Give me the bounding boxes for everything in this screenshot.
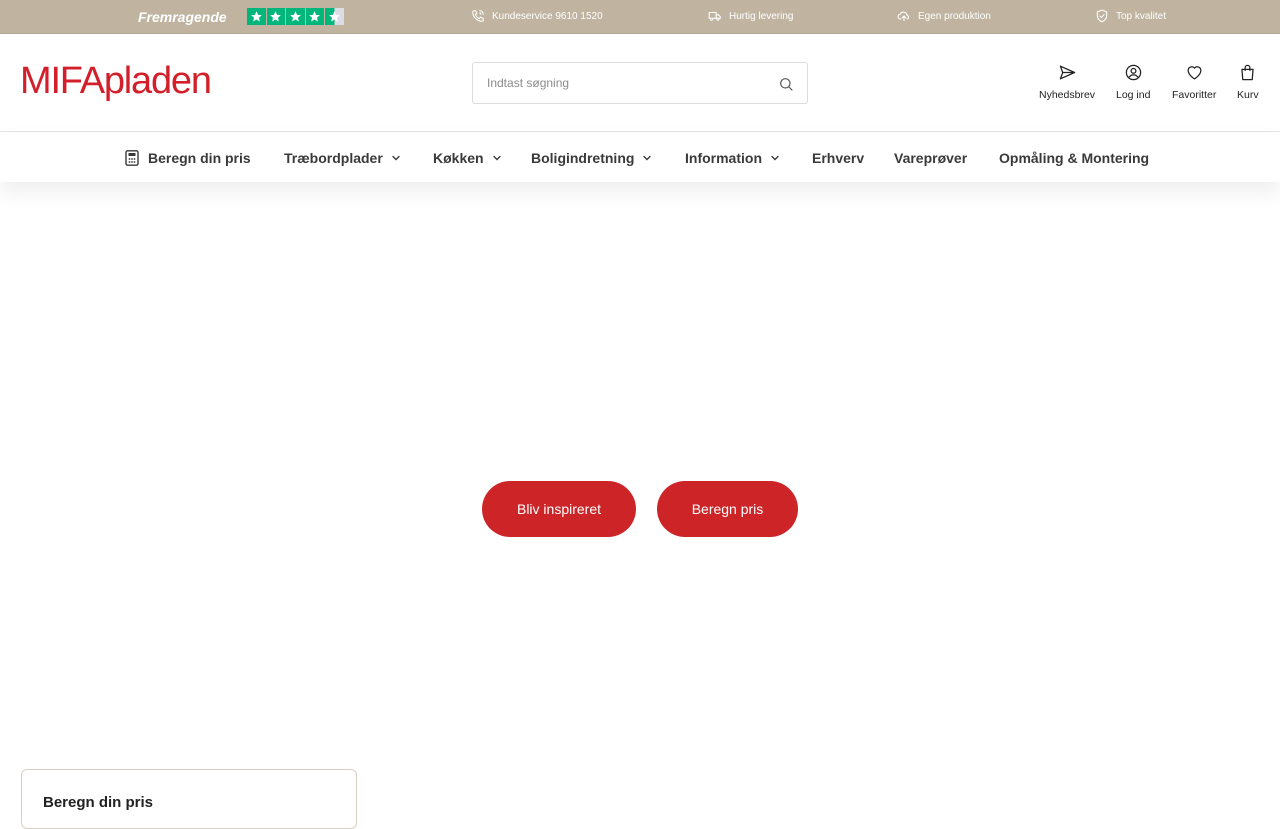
nav-item-traebordplader[interactable]: Træbordplader (284, 133, 401, 182)
star-icon (286, 8, 305, 25)
usp-fast-delivery: Hurtig levering (708, 9, 793, 23)
star-icon (305, 8, 324, 25)
newsletter-label: Nyhedsbrev (1039, 89, 1096, 101)
newsletter-button[interactable]: Nyhedsbrev (1039, 63, 1095, 101)
star-icon (247, 8, 266, 25)
usp-top-quality: Top kvalitet (1095, 9, 1166, 23)
usp-label: Kundeservice 9610 1520 (492, 10, 603, 22)
usp-label: Egen produktion (918, 10, 991, 22)
search-box (472, 62, 808, 104)
star-half-icon (325, 8, 344, 25)
send-icon (1059, 65, 1075, 80)
usp-customer-service[interactable]: Kundeservice 9610 1520 (471, 9, 603, 23)
chevron-down-icon (492, 155, 501, 160)
chevron-down-icon (392, 155, 400, 160)
login-button[interactable]: Log ind (1116, 63, 1150, 101)
usp-label: Top kvalitet (1116, 10, 1167, 22)
chevron-down-icon (771, 155, 779, 160)
star-icon (266, 8, 285, 25)
nav-label: Vareprøver (894, 149, 968, 166)
nav-label: Boligindretning (531, 149, 635, 166)
cloud-upload-icon (897, 11, 910, 22)
usp-own-production: Egen produktion (897, 9, 991, 23)
nav-label: Træbordplader (284, 149, 383, 166)
trustpilot-rating-text[interactable]: Fremragende (138, 8, 227, 26)
login-label: Log ind (1116, 89, 1151, 101)
search-input[interactable] (487, 63, 767, 103)
inspiration-button[interactable]: Bliv inspireret (482, 481, 636, 537)
phone-icon (472, 10, 484, 22)
nav-label: Erhverv (812, 149, 865, 166)
nav-label: Information (685, 149, 762, 166)
favorites-label: Favoritter (1172, 89, 1217, 101)
nav-item-boligindretning[interactable]: Boligindretning (531, 133, 652, 182)
cart-button[interactable]: Kurv (1237, 63, 1259, 101)
search-icon[interactable] (778, 76, 794, 92)
chevron-down-icon (643, 155, 652, 160)
nav-item-koekken[interactable]: Køkken (433, 133, 502, 182)
calculate-price-button[interactable]: Beregn pris (657, 481, 798, 537)
truck-icon (708, 11, 721, 21)
card-title: Beregn din pris (43, 794, 154, 811)
nav-item-information[interactable]: Information (685, 133, 780, 182)
price-calculator-card: Beregn din pris (21, 769, 357, 829)
bag-icon (1241, 64, 1254, 81)
favorites-button[interactable]: Favoritter (1172, 63, 1216, 101)
nav-label: Køkken (433, 149, 484, 166)
main-nav: Beregn din pris Træbordplader Køkken Bol… (0, 133, 1280, 182)
nav-item-vareproever[interactable]: Vareprøver (894, 133, 967, 182)
user-icon (1125, 64, 1141, 81)
usp-label: Hurtig levering (729, 10, 794, 22)
shield-check-icon (1096, 9, 1108, 23)
nav-item-beregn-din-pris[interactable]: Beregn din pris (125, 133, 251, 182)
site-header: MIFApladen Nyhedsbrev Log ind Favoritter… (0, 34, 1280, 132)
usp-bar: Fremragende Kundeservice 9610 1520 Hurti… (0, 0, 1280, 34)
cart-label: Kurv (1237, 89, 1259, 101)
nav-label: Beregn din pris (148, 149, 251, 166)
trustpilot-stars[interactable] (247, 8, 344, 25)
nav-item-opmaaling-montering[interactable]: Opmåling & Montering (999, 133, 1149, 182)
calculator-icon (125, 149, 139, 166)
nav-label: Opmåling & Montering (999, 149, 1150, 166)
nav-item-erhverv[interactable]: Erhverv (812, 133, 864, 182)
site-logo[interactable]: MIFApladen (20, 61, 212, 101)
heart-icon (1187, 66, 1202, 80)
